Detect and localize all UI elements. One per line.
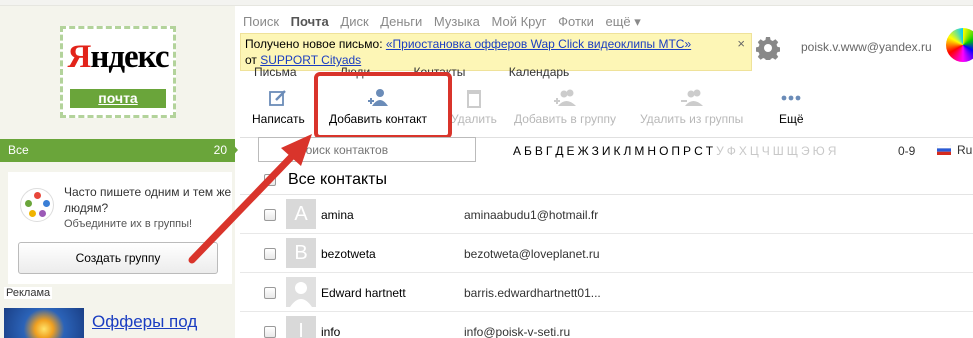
language-switch[interactable]: Ru — [957, 143, 972, 157]
gear-icon[interactable] — [756, 36, 780, 60]
avatar: I — [286, 316, 316, 338]
sidebar-item-label: Все — [8, 143, 29, 157]
alphabet-letter[interactable]: Е — [567, 144, 575, 158]
alphabet-letter[interactable]: Ш — [773, 144, 784, 158]
yandex-mail-logo[interactable]: Яндекс почта — [60, 26, 176, 118]
alphabet-letter[interactable]: К — [614, 144, 621, 158]
nav-photos[interactable]: Фотки — [558, 14, 594, 29]
alphabet-letter[interactable]: М — [634, 144, 644, 158]
tab-calendar[interactable]: Календарь — [509, 65, 570, 79]
alphabet-letter[interactable]: Ж — [578, 144, 589, 158]
contact-email: aminaabudu1@hotmail.fr — [464, 208, 599, 222]
contact-email: bezotweta@loveplanet.ru — [464, 247, 600, 261]
nav-disk[interactable]: Диск — [340, 14, 368, 29]
alphabet-letter[interactable]: Ф — [727, 144, 736, 158]
nav-my-circle[interactable]: Мой Круг — [492, 14, 547, 29]
delete-button[interactable]: Удалить — [451, 88, 497, 126]
table-row[interactable]: B bezotweta bezotweta@loveplanet.ru — [240, 235, 973, 273]
add-to-group-button[interactable]: Добавить в группу — [514, 88, 616, 126]
alphabet-letter[interactable]: Х — [739, 144, 747, 158]
annotation-arrow — [188, 134, 312, 264]
alphabet-filter: АБВГДЕЖЗИКЛМНОПРСТУФХЦЧШЩЭЮЯ — [513, 144, 839, 158]
account-email[interactable]: poisk.v.www@yandex.ru — [801, 40, 932, 54]
alphabet-letter[interactable]: Э — [801, 144, 810, 158]
alphabet-letter[interactable]: Д — [555, 144, 563, 158]
nav-more[interactable]: ещё ▾ — [605, 14, 640, 29]
table-row[interactable]: Edward hartnett barris.edwardhartnett01.… — [240, 274, 973, 312]
alphabet-letter[interactable]: Б — [524, 144, 532, 158]
avatar[interactable] — [946, 28, 973, 62]
alphabet-letter[interactable]: Ч — [762, 144, 770, 158]
group-people-icon — [20, 188, 54, 222]
more-button[interactable]: Ещё — [779, 88, 804, 126]
alphabet-letter[interactable]: И — [602, 144, 611, 158]
ad-link[interactable]: Офферы под — [92, 312, 197, 332]
row-checkbox[interactable] — [264, 287, 276, 299]
alphabet-letter[interactable]: Н — [647, 144, 656, 158]
alphabet-letter[interactable]: О — [659, 144, 668, 158]
nav-money[interactable]: Деньги — [380, 14, 422, 29]
ad-image[interactable] — [4, 308, 84, 338]
logo-mail-label[interactable]: почта — [70, 89, 166, 108]
nav-search[interactable]: Поиск — [243, 14, 279, 29]
alphabet-letter[interactable]: Ю — [813, 144, 825, 158]
table-row[interactable]: A amina aminaabudu1@hotmail.fr — [240, 196, 973, 234]
alphabet-letter[interactable]: Л — [624, 144, 632, 158]
more-dots-icon — [781, 95, 801, 101]
row-checkbox[interactable] — [264, 326, 276, 338]
alphabet-letter[interactable]: Т — [706, 144, 713, 158]
alphabet-letter[interactable]: В — [535, 144, 543, 158]
russia-flag-icon — [937, 145, 951, 155]
avatar — [286, 277, 316, 307]
remove-from-group-button[interactable]: Удалить из группы — [640, 88, 743, 126]
alphabet-letter[interactable]: П — [671, 144, 680, 158]
notification-subject-link[interactable]: «Приостановка офферов Wap Click видеокли… — [386, 37, 691, 51]
all-contacts-header: Все контакты — [240, 165, 973, 195]
alphabet-letter[interactable]: Г — [546, 144, 553, 158]
contact-email: info@poisk-v-seti.ru — [464, 325, 571, 338]
contact-name[interactable]: info — [321, 325, 340, 338]
alphabet-letter[interactable]: А — [513, 144, 521, 158]
tab-letters[interactable]: Письма — [254, 65, 297, 79]
contact-name[interactable]: Edward hartnett — [321, 286, 406, 300]
digits-filter[interactable]: 0-9 — [898, 144, 915, 158]
top-nav: Поиск Почта Диск Деньги Музыка Мой Круг … — [243, 14, 649, 30]
alphabet-letter[interactable]: Щ — [787, 144, 798, 158]
person-silhouette-icon — [290, 282, 312, 307]
nav-mail[interactable]: Почта — [291, 14, 329, 29]
alphabet-letter[interactable]: Ц — [750, 144, 759, 158]
contact-email: barris.edwardhartnett01... — [464, 286, 601, 300]
nav-music[interactable]: Музыка — [434, 14, 480, 29]
ad-label: Реклама — [4, 287, 53, 299]
alphabet-letter[interactable]: Я — [828, 144, 837, 158]
logo-brand: Яндекс — [67, 39, 169, 75]
table-row[interactable]: I info info@poisk-v-seti.ru — [240, 313, 973, 338]
add-group-icon — [554, 89, 576, 106]
remove-group-icon — [680, 89, 703, 106]
pencil-icon — [269, 90, 287, 106]
alphabet-letter[interactable]: С — [694, 144, 703, 158]
trash-icon — [466, 90, 481, 108]
alphabet-letter[interactable]: У — [716, 144, 724, 158]
alphabet-letter[interactable]: Р — [683, 144, 691, 158]
highlight-box — [314, 72, 452, 139]
close-icon[interactable]: × — [737, 36, 745, 52]
alphabet-letter[interactable]: З — [592, 144, 599, 158]
